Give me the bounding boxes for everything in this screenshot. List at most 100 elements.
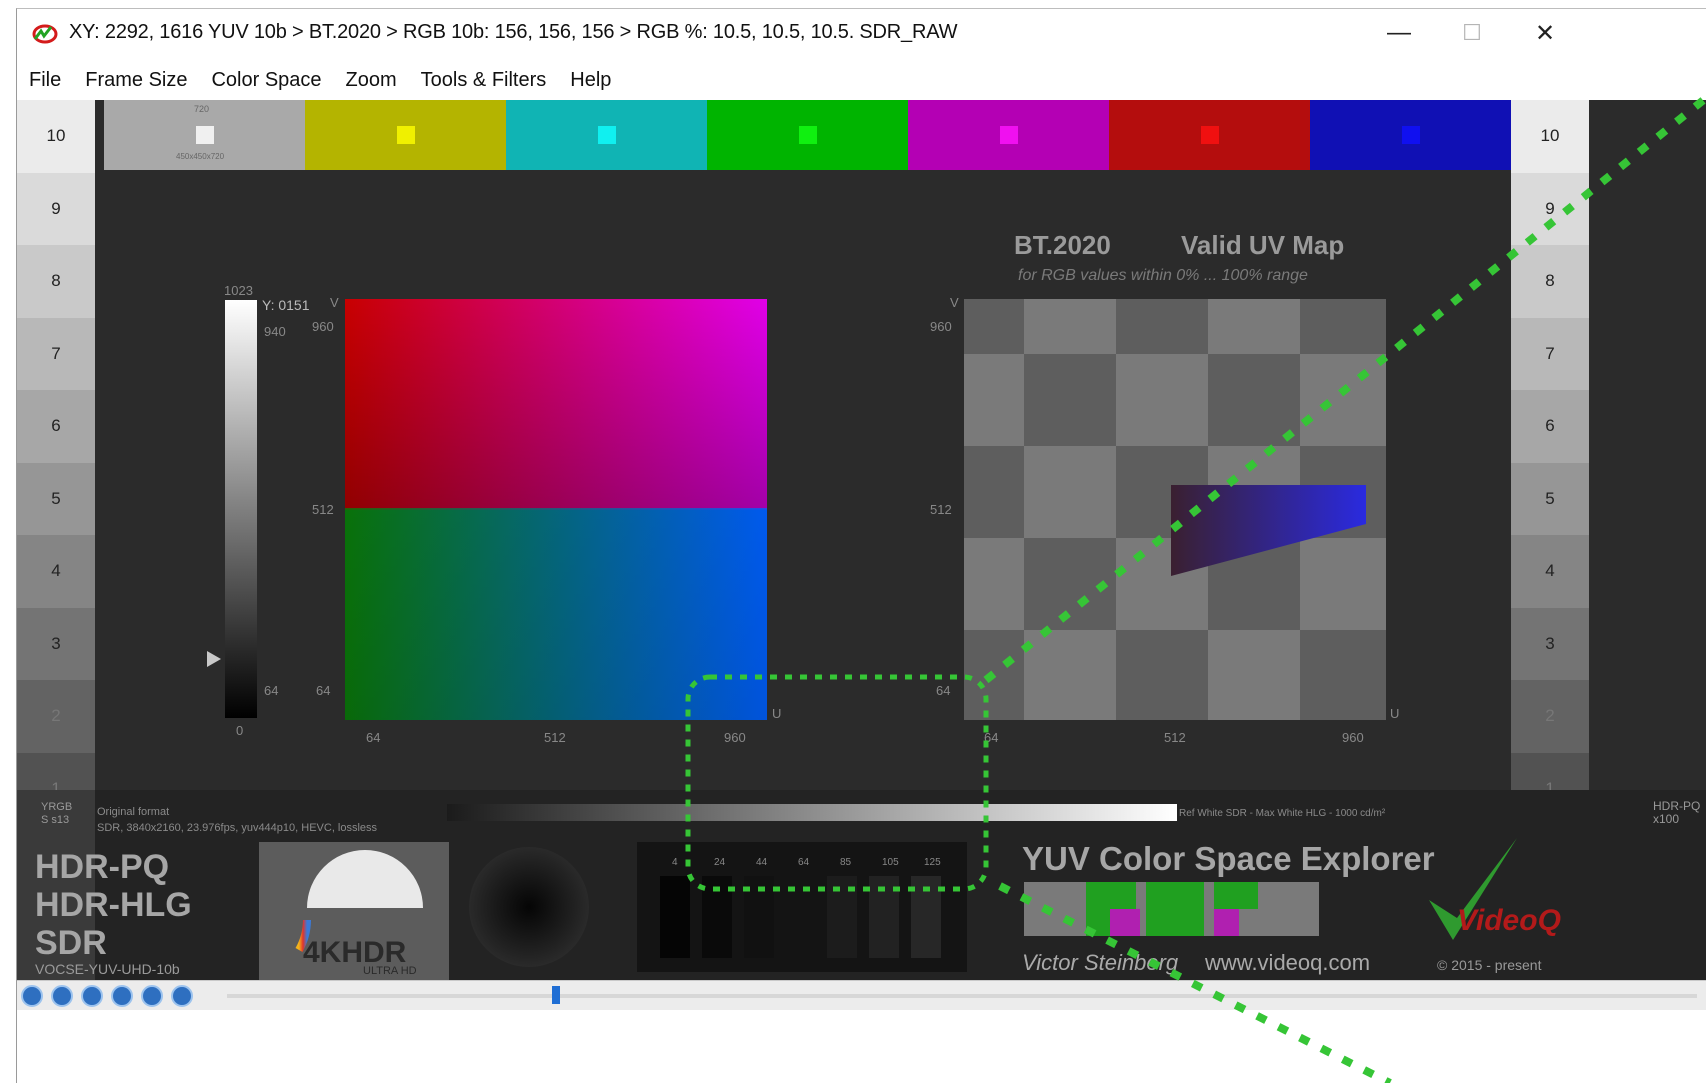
pluge-tick-label: 85: [840, 857, 852, 868]
videoq-brand: VideoQ: [1457, 904, 1561, 937]
pluge-tick-label: 24: [714, 857, 726, 868]
right-hdr-tag: HDR-PQ: [1653, 799, 1700, 813]
maximize-button[interactable]: ☐: [1442, 15, 1502, 51]
white-bar-top-label: 720: [194, 104, 210, 114]
color-bar-6: [1310, 100, 1511, 170]
menu-zoom[interactable]: Zoom: [334, 65, 409, 95]
eject-button[interactable]: [21, 985, 43, 1007]
play-button[interactable]: [111, 985, 133, 1007]
scale-left-step: 4: [17, 535, 95, 608]
original-format-label: Original format: [97, 806, 169, 818]
color-bars: 720 450x450x720: [104, 100, 1511, 170]
uv-square-v-tick-512: 512: [312, 502, 334, 517]
menu-bar: File Frame Size Color Space Zoom Tools &…: [17, 65, 1706, 95]
pluge-tick-label: 64: [798, 857, 810, 868]
color-bar-square-5: [1200, 126, 1219, 144]
grey-ramp: [447, 804, 1177, 821]
scale-left-step: 7: [17, 317, 95, 390]
color-bar-square-0: [195, 126, 214, 144]
uv-square-u-tick-512: 512: [544, 730, 566, 745]
color-bar-3: [707, 100, 908, 170]
yrgb-tag: YRGB: [41, 801, 72, 813]
label-hdr-pq: HDR-PQ: [35, 848, 169, 886]
color-bar-square-4: [999, 126, 1018, 144]
pluge-tick-label: 105: [882, 857, 899, 868]
color-bar-square-3: [798, 126, 817, 144]
uv-square-u-label: U: [772, 706, 781, 721]
scale-left-step: 6: [17, 390, 95, 463]
luma-readout: Y: 0151: [262, 297, 310, 313]
title-bar: XY: 2292, 1616 YUV 10b > BT.2020 > RGB 1…: [17, 9, 1706, 57]
uv-map-v-tick-512: 512: [930, 502, 952, 517]
color-bar-square-1: [396, 126, 415, 144]
app-window: XY: 2292, 1616 YUV 10b > BT.2020 > RGB 1…: [16, 8, 1706, 1083]
minimize-button[interactable]: —: [1369, 15, 1429, 51]
menu-tools-filters[interactable]: Tools & Filters: [409, 65, 559, 95]
pause-button[interactable]: [81, 985, 103, 1007]
uv-square-v-label: V: [330, 295, 339, 310]
uv-map-v-tick-960: 960: [930, 319, 952, 334]
bottom-info-panel: YRGB S s13 Original format SDR, 3840x216…: [17, 790, 1706, 980]
uv-map-title: BT.2020: [1014, 230, 1111, 260]
right-luma-scale: 10 9 8 7 6 5 4 3 2 1: [1511, 100, 1589, 825]
color-bar-0: 720 450x450x720: [104, 100, 305, 170]
upload-button[interactable]: [141, 985, 163, 1007]
scale-right-step: 8: [1511, 245, 1589, 318]
polar-dial: [469, 847, 589, 967]
scale-left-step: 8: [17, 245, 95, 318]
luma-bottom-label: 0: [236, 723, 243, 738]
uv-map-subtitle: for RGB values within 0% ... 100% range: [1018, 267, 1308, 284]
uv-map-v-label: V: [950, 295, 959, 310]
uv-square-u-tick-960: 960: [724, 730, 746, 745]
color-bar-square-6: [1401, 126, 1420, 144]
pluge-tick-label: 44: [756, 857, 768, 868]
explorer-title: YUV Color Space Explorer: [1022, 840, 1435, 877]
uv-square-v-tick-960: 960: [312, 319, 334, 334]
author-signature: Victor Steinberg: [1022, 950, 1179, 975]
luma-tick-64: 64: [264, 683, 278, 698]
uv-color-square: [345, 299, 767, 720]
scale-right-step: 3: [1511, 607, 1589, 680]
window-title: XY: 2292, 1616 YUV 10b > BT.2020 > RGB 1…: [69, 21, 958, 43]
ref-white-label: Ref White SDR - Max White HLG - 1000 cd/…: [1179, 808, 1386, 819]
scale-left-step: 9: [17, 172, 95, 245]
uv-map-title-2: Valid UV Map: [1181, 230, 1344, 260]
color-bar-5: [1109, 100, 1310, 170]
pluge-tick-label: 125: [924, 857, 941, 868]
close-button[interactable]: ✕: [1515, 15, 1575, 51]
scale-right-step: 2: [1511, 680, 1589, 753]
scale-left-step: 3: [17, 607, 95, 680]
pattern-code: VOCSE-YUV-UHD-10b: [35, 961, 180, 977]
seek-bar[interactable]: [227, 994, 1697, 998]
scale-right-step: 5: [1511, 462, 1589, 535]
uv-map-u-tick-64: 64: [984, 730, 998, 745]
format-details: SDR, 3840x2160, 23.976fps, yuv444p10, HE…: [97, 822, 378, 834]
scale-left-step: 5: [17, 462, 95, 535]
color-bar-4: [908, 100, 1109, 170]
stop-button[interactable]: [51, 985, 73, 1007]
explorer-mini-map: [1024, 882, 1319, 936]
color-bar-2: [506, 100, 707, 170]
download-button[interactable]: [171, 985, 193, 1007]
label-hdr-hlg: HDR-HLG: [35, 886, 192, 924]
ultrahd-label: ULTRA HD: [363, 965, 417, 977]
menu-help[interactable]: Help: [558, 65, 623, 95]
uv-square-v-tick-64: 64: [316, 683, 330, 698]
menu-file[interactable]: File: [17, 65, 73, 95]
scale-left-step: 2: [17, 680, 95, 753]
luma-gradient-bar: [225, 300, 257, 718]
menu-color-space[interactable]: Color Space: [199, 65, 333, 95]
luma-marker-icon[interactable]: [207, 651, 221, 667]
uv-map-v-tick-64: 64: [936, 683, 950, 698]
scale-left-step: 10: [17, 100, 95, 173]
menu-frame-size[interactable]: Frame Size: [73, 65, 199, 95]
app-logo-icon: [32, 24, 58, 44]
pluge-tick-label: 4: [672, 857, 678, 868]
scale-right-step: 4: [1511, 535, 1589, 608]
white-bar-bottom-label: 450x450x720: [176, 152, 225, 161]
color-bar-1: [305, 100, 506, 170]
video-frame: 720 450x450x720 10 9 8 7 6 5 4 3 2 1 10 9 8 7 6 5 4 3 2 1: [17, 100, 1706, 980]
scale-tag: S s13: [41, 814, 69, 826]
label-sdr: SDR: [35, 924, 107, 962]
seek-thumb[interactable]: [552, 986, 560, 1004]
